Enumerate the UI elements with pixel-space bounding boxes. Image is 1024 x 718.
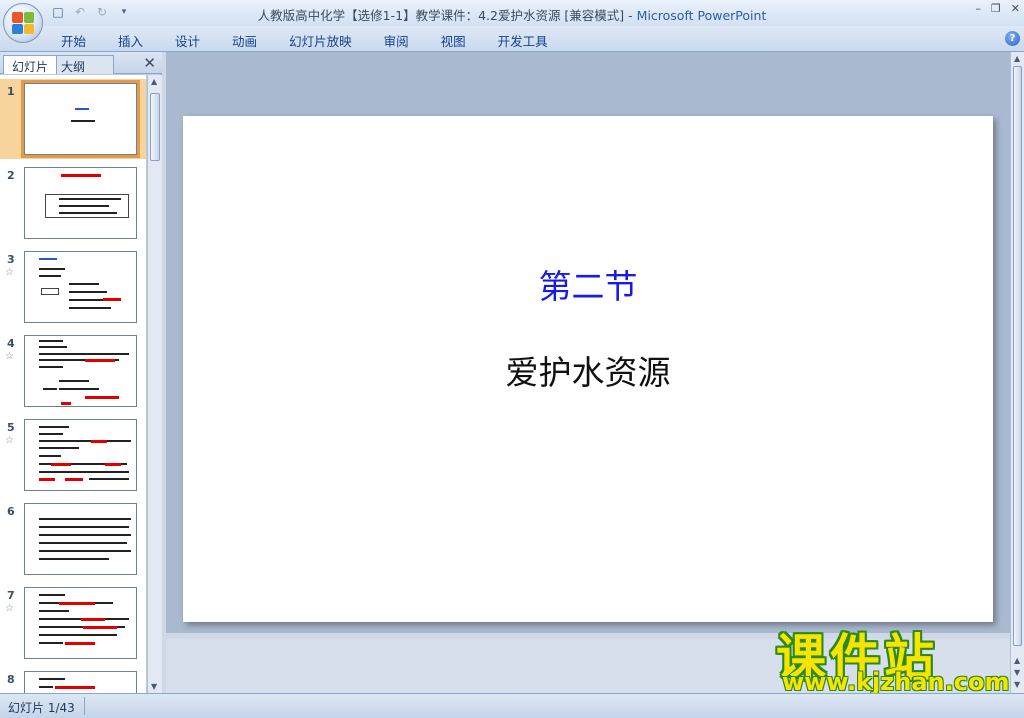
next-slide-icon[interactable]: ▼ (1014, 668, 1020, 677)
tab-insert[interactable]: 插入 (115, 31, 155, 50)
thumbnail-preview (24, 587, 137, 659)
window-title: 人教版高中化学【选修1-1】教学课件：4.2爱护水资源 [兼容模式] - Mic… (0, 5, 1024, 24)
tab-outline[interactable]: 大纲 (52, 55, 114, 74)
thumbnail-preview (24, 251, 137, 323)
thumbnail-preview (24, 419, 137, 491)
slide-title[interactable]: 第二节 (183, 260, 993, 308)
scroll-up-icon[interactable]: ▲ (151, 77, 157, 86)
tab-home[interactable]: 开始 (58, 31, 98, 50)
tab-view[interactable]: 视图 (438, 31, 478, 50)
scrollbar-thumb[interactable] (1013, 66, 1022, 646)
slides-pane: 幻灯片 大纲 ✕ 1 2 3 ☆ 4 ☆ 5 ☆ 6 7 ☆ 8 ▲ ▼ (0, 52, 162, 693)
scroll-up-icon[interactable]: ▲ (1014, 54, 1020, 63)
slide-thumbnail-4[interactable]: 4 ☆ (0, 331, 146, 411)
slide-number: 4 (7, 337, 15, 350)
slide-number: 1 (7, 85, 15, 98)
title-bar: □ ↶ ↻ ▾ 人教版高中化学【选修1-1】教学课件：4.2爱护水资源 [兼容模… (0, 0, 1024, 26)
status-bar: 幻灯片 1/43 (0, 693, 1024, 718)
animation-star-icon: ☆ (5, 351, 14, 362)
scrollbar-thumb[interactable] (150, 93, 160, 161)
slide-thumbnail-3[interactable]: 3 ☆ (0, 247, 146, 327)
slide-thumbnail-1[interactable]: 1 (0, 79, 146, 159)
app-name: - Microsoft PowerPoint (628, 8, 767, 23)
slide-number: 6 (7, 505, 15, 518)
tab-slides[interactable]: 幻灯片 (3, 55, 58, 74)
slide-thumbnail-5[interactable]: 5 ☆ (0, 415, 146, 495)
slide-number: 5 (7, 421, 15, 434)
animation-star-icon: ☆ (5, 603, 14, 614)
notes-pane[interactable] (166, 639, 1010, 693)
help-icon[interactable]: ? (1005, 31, 1020, 46)
office-button[interactable] (3, 3, 43, 43)
status-divider (84, 697, 85, 715)
thumbnail-preview (24, 503, 137, 575)
office-logo-icon (12, 12, 34, 34)
slide-editing-area: 第二节 爱护水资源 (166, 52, 1010, 693)
tab-design[interactable]: 设计 (172, 31, 212, 50)
document-title: 人教版高中化学【选修1-1】教学课件：4.2爱护水资源 [兼容模式] (257, 8, 625, 23)
tab-slideshow[interactable]: 幻灯片放映 (286, 31, 364, 50)
ribbon-tab-bar: 开始 插入 设计 动画 幻灯片放映 审阅 视图 开发工具 ? (0, 26, 1024, 52)
thumbnail-preview (24, 167, 137, 239)
animation-star-icon: ☆ (5, 267, 14, 278)
slide-number: 3 (7, 253, 15, 266)
restore-icon[interactable]: ❐ (991, 2, 1001, 15)
slide-number: 2 (7, 169, 15, 182)
slide-counter: 幻灯片 1/43 (8, 701, 75, 715)
tab-review[interactable]: 审阅 (381, 31, 421, 50)
slide-thumbnail-6[interactable]: 6 (0, 499, 146, 579)
slide-thumbnail-2[interactable]: 2 (0, 163, 146, 243)
scroll-down-icon[interactable]: ▼ (151, 682, 157, 691)
tab-animations[interactable]: 动画 (229, 31, 269, 50)
window-controls: – ❐ ✕ (975, 2, 1020, 15)
slide-thumbnail-list: 1 2 3 ☆ 4 ☆ 5 ☆ 6 7 ☆ 8 (0, 75, 146, 693)
slide-number: 7 (7, 589, 15, 602)
slide-subtitle[interactable]: 爱护水资源 (183, 346, 993, 394)
slide-thumbnail-8[interactable]: 8 (0, 667, 146, 693)
animation-star-icon: ☆ (5, 435, 14, 446)
pane-tabs: 幻灯片 大纲 ✕ (0, 52, 162, 74)
thumbnail-preview (21, 80, 140, 158)
thumbnail-preview (24, 335, 137, 407)
editor-scrollbar[interactable]: ▲ ▲ ▼ ▼ (1010, 52, 1024, 693)
scroll-down-icon[interactable]: ▼ (1014, 680, 1020, 689)
previous-slide-icon[interactable]: ▲ (1014, 656, 1020, 665)
thumbnail-preview (24, 671, 137, 693)
minimize-icon[interactable]: – (975, 2, 981, 15)
tab-developer[interactable]: 开发工具 (495, 31, 560, 50)
thumbnail-scrollbar[interactable]: ▲ ▼ (147, 75, 162, 693)
close-window-icon[interactable]: ✕ (1011, 2, 1020, 15)
slide-number: 8 (7, 673, 15, 686)
current-slide[interactable]: 第二节 爱护水资源 (183, 116, 993, 622)
close-pane-icon[interactable]: ✕ (143, 54, 156, 72)
slide-thumbnail-7[interactable]: 7 ☆ (0, 583, 146, 663)
ribbon-tabs: 开始 插入 设计 动画 幻灯片放映 审阅 视图 开发工具 (58, 31, 577, 50)
